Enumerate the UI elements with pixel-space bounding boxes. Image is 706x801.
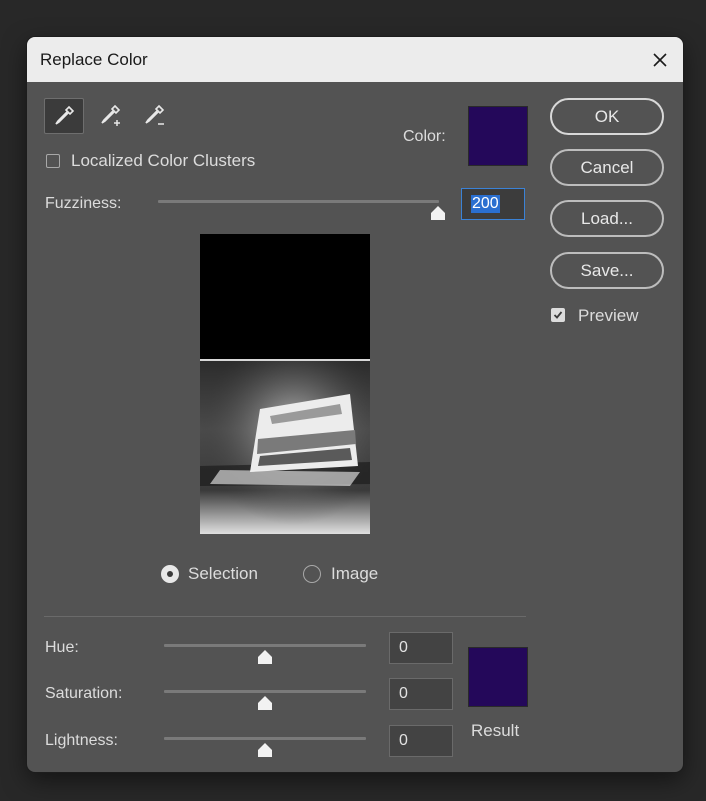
localized-clusters-checkbox[interactable]	[46, 154, 60, 168]
color-label: Color:	[403, 128, 446, 145]
localized-clusters-label: Localized Color Clusters	[71, 151, 256, 170]
result-label: Result	[471, 721, 520, 740]
lightness-input[interactable]: 0	[389, 725, 453, 757]
section-divider	[44, 616, 526, 617]
preview-label: Preview	[578, 306, 639, 325]
hue-value: 0	[399, 639, 408, 656]
saturation-label: Saturation:	[45, 685, 123, 702]
saturation-value: 0	[399, 685, 408, 702]
hue-input[interactable]: 0	[389, 632, 453, 664]
fuzziness-slider-track[interactable]	[158, 200, 439, 203]
replace-color-dialog: Replace Color Color: Localized Color Clu…	[27, 37, 683, 772]
ok-button[interactable]: OK	[550, 98, 664, 135]
selection-radio[interactable]	[161, 565, 179, 583]
eyedropper-plus-icon	[101, 104, 121, 126]
saturation-input[interactable]: 0	[389, 678, 453, 710]
fuzziness-slider-thumb[interactable]	[429, 205, 447, 221]
lightness-label: Lightness:	[45, 732, 118, 749]
lightness-slider-track[interactable]	[164, 737, 366, 740]
eyedropper-icon	[55, 105, 75, 125]
save-button[interactable]: Save...	[550, 252, 664, 289]
selection-preview-image[interactable]	[200, 234, 370, 534]
dialog-title: Replace Color	[40, 50, 148, 69]
hue-slider-track[interactable]	[164, 644, 366, 647]
image-radio[interactable]	[303, 565, 321, 583]
close-icon	[653, 53, 667, 67]
lightness-slider-thumb[interactable]	[256, 742, 274, 758]
fuzziness-label: Fuzziness:	[45, 195, 122, 212]
checkmark-icon	[553, 311, 563, 319]
image-label: Image	[331, 564, 379, 583]
hue-label: Hue:	[45, 639, 79, 656]
preview-checkbox[interactable]	[551, 308, 565, 322]
lightness-value: 0	[399, 732, 408, 749]
load-button[interactable]: Load...	[550, 200, 664, 237]
cancel-button[interactable]: Cancel	[550, 149, 664, 186]
hue-slider-thumb[interactable]	[256, 649, 274, 665]
saturation-slider-track[interactable]	[164, 690, 366, 693]
result-swatch[interactable]	[468, 647, 528, 707]
close-button[interactable]	[647, 47, 673, 73]
eyedropper-minus-tool[interactable]	[135, 98, 175, 134]
eyedropper-plus-tool[interactable]	[91, 98, 131, 134]
eyedropper-minus-icon	[145, 104, 165, 125]
title-bar[interactable]: Replace Color	[27, 37, 683, 82]
color-swatch[interactable]	[468, 106, 528, 166]
selection-preview-graphic	[200, 234, 370, 534]
fuzziness-value: 200	[471, 195, 500, 213]
saturation-slider-thumb[interactable]	[256, 695, 274, 711]
eyedropper-tool[interactable]	[44, 98, 84, 134]
fuzziness-input[interactable]: 200	[461, 188, 525, 220]
selection-label: Selection	[188, 564, 258, 583]
